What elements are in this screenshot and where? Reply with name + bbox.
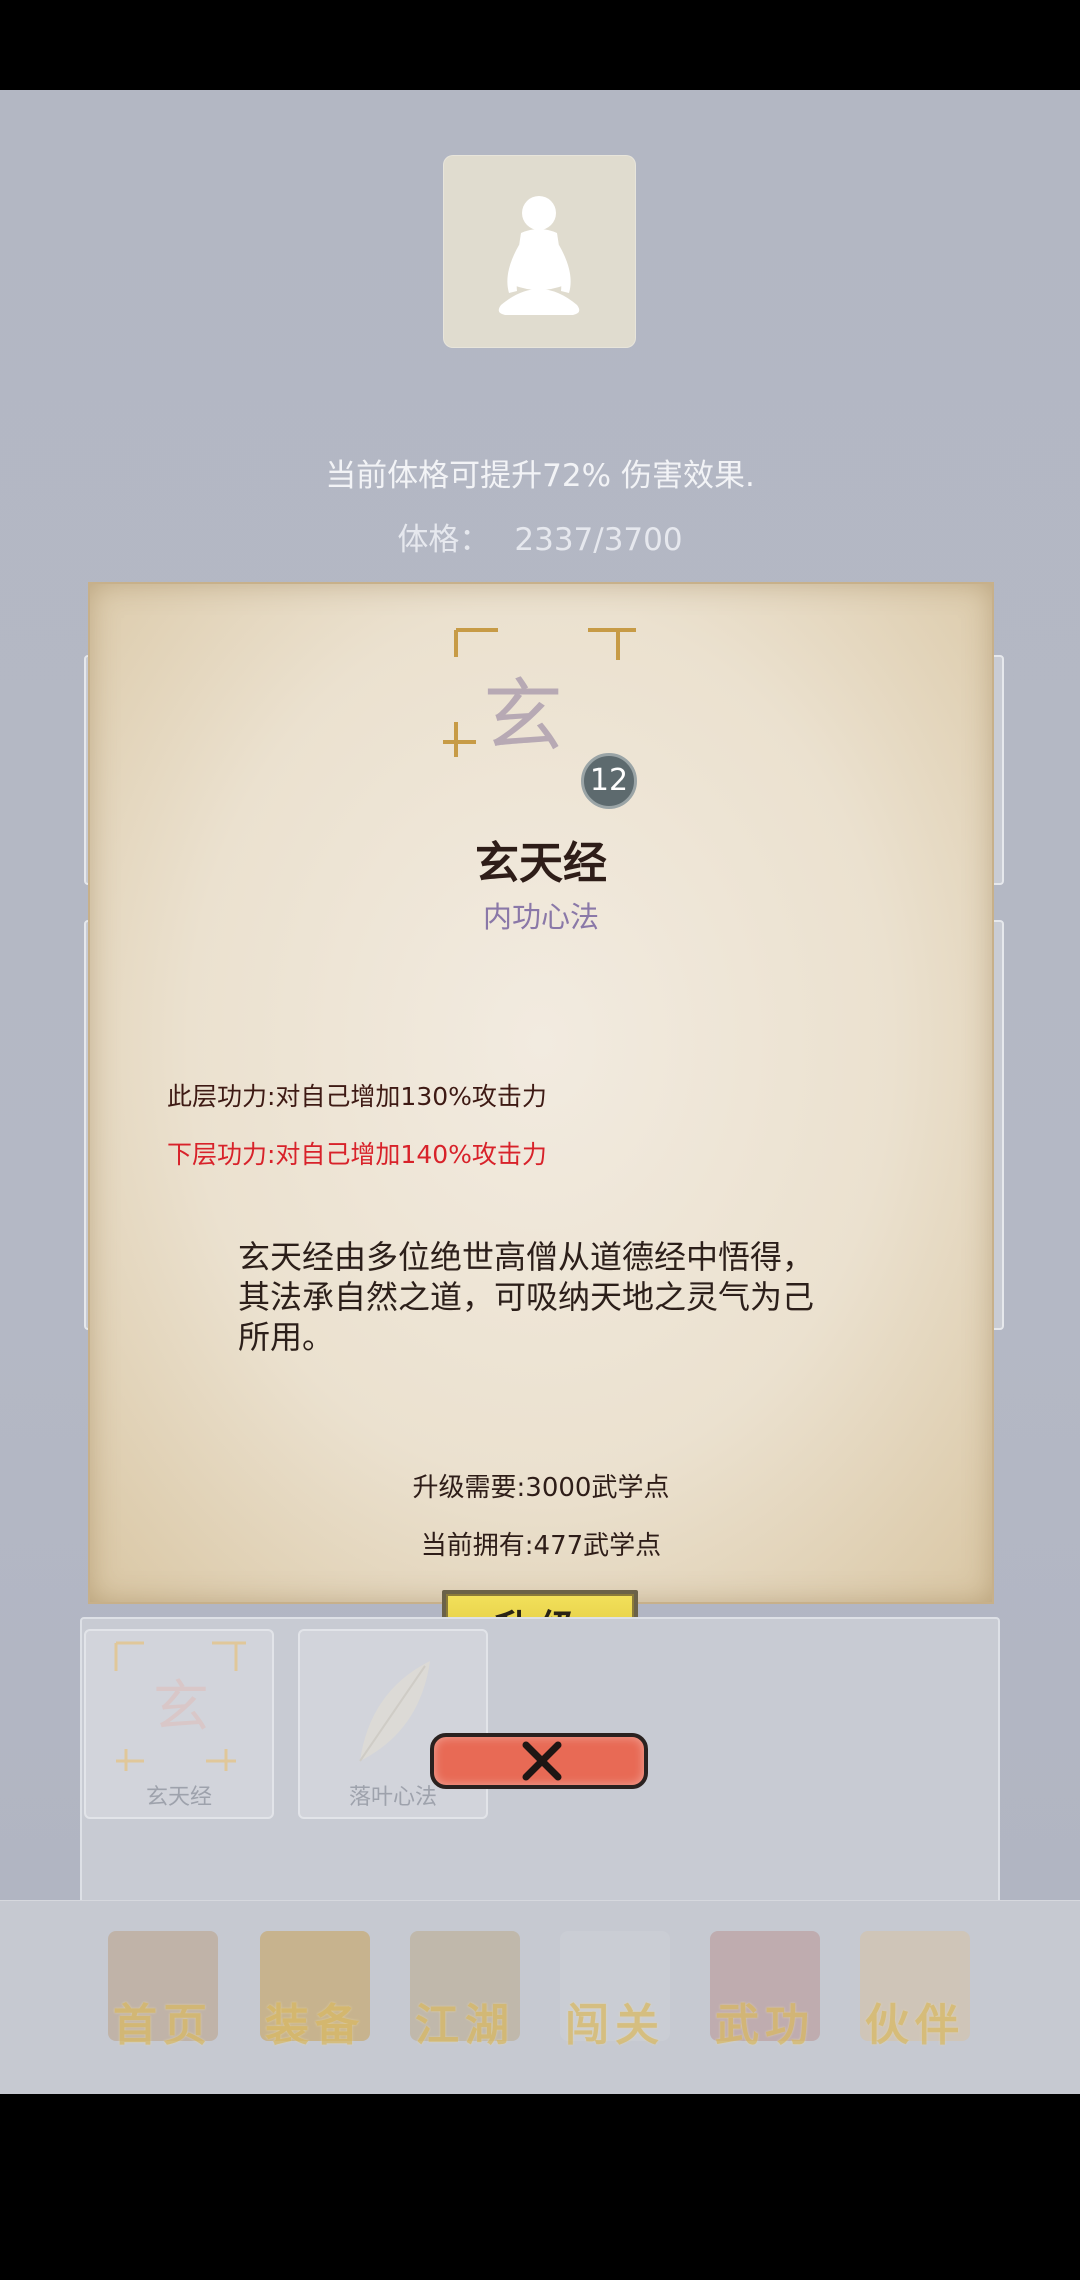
meditation-icon <box>498 196 580 315</box>
skill-card-label: 玄天经 <box>145 1785 212 1810</box>
level-badge: 12 <box>581 753 637 809</box>
nav-label: 装备 <box>265 2000 365 2051</box>
nav-item-stages[interactable]: 闯关 <box>540 1921 690 2071</box>
stat-value-line: 体格： 2337/3700 <box>0 514 1080 559</box>
skill-detail-dialog: 玄 12 玄天经 内功心法 此层功力:对自己增加130%攻击力 下层功力:对自己… <box>88 582 994 1668</box>
nav-item-home[interactable]: 首页 <box>88 1921 238 2071</box>
meditation-figure-card <box>443 155 636 348</box>
nav-label: 武功 <box>715 2000 815 2051</box>
nav-label: 首页 <box>113 2000 213 2051</box>
skill-card[interactable]: 玄 玄天经 <box>84 1629 274 1819</box>
bottom-nav: 首页 装备 江湖 闯关 武功 伙伴 <box>0 1900 1080 2094</box>
skill-title: 玄天经 <box>475 838 607 889</box>
nav-label: 闯关 <box>565 2000 665 2051</box>
nav-item-martial-arts[interactable]: 武功 <box>690 1921 840 2071</box>
nav-item-jianghu[interactable]: 江湖 <box>390 1921 540 2071</box>
main-screen: 当前体格可提升72% 伤害效果. 体格： 2337/3700 玄 12 玄天经 内… <box>0 90 1080 2094</box>
nav-item-equipment[interactable]: 装备 <box>240 1921 390 2071</box>
nav-label: 伙伴 <box>865 2000 965 2051</box>
close-button[interactable] <box>430 1733 648 1789</box>
skill-description: 玄天经由多位绝世高僧从道德经中悟得，其法承自然之道，可吸纳天地之灵气为己所用。 <box>238 1238 815 1356</box>
current-effect-text: 此层功力:对自己增加130%攻击力 <box>167 1082 547 1111</box>
current-points-text: 当前拥有:477武学点 <box>420 1531 662 1561</box>
skill-card[interactable]: 落叶心法 <box>298 1629 488 1819</box>
nav-item-partners[interactable]: 伙伴 <box>840 1921 990 2071</box>
stat-label: 体格： <box>397 522 491 558</box>
skill-emblem-char: 玄 <box>153 1675 209 1740</box>
skill-emblem-icon: 玄 <box>114 1641 246 1771</box>
bottom-bar <box>0 2094 1080 2280</box>
skill-type: 内功心法 <box>482 900 599 934</box>
close-icon <box>522 1741 562 1781</box>
stat-effect-text: 当前体格可提升72% 伤害效果. <box>325 458 755 494</box>
stat-value: 2337/3700 <box>514 522 683 558</box>
nav-label: 江湖 <box>415 2000 515 2051</box>
skill-emblem-char: 玄 <box>483 670 563 763</box>
upgrade-cost-text: 升级需要:3000武学点 <box>412 1473 670 1503</box>
status-bar <box>0 0 1080 90</box>
next-effect-text: 下层功力:对自己增加140%攻击力 <box>167 1140 547 1169</box>
